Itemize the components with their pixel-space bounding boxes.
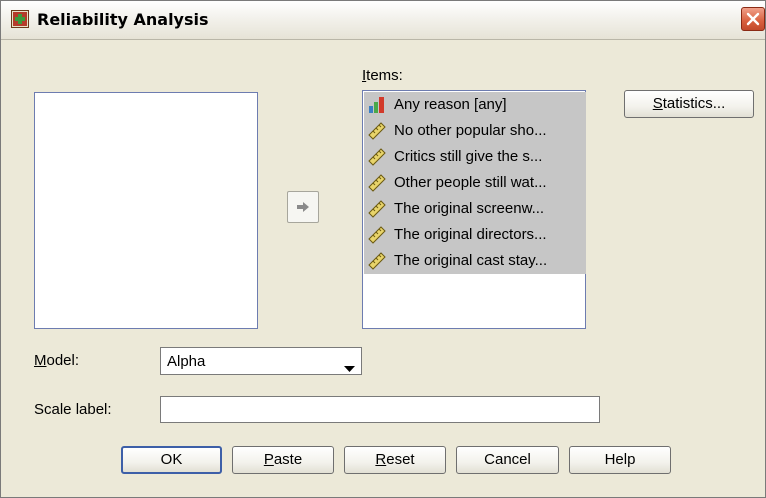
scale-ruler-icon — [368, 200, 386, 218]
scale-ruler-icon — [368, 174, 386, 192]
list-item[interactable]: Other people still wat... — [364, 170, 586, 196]
list-item[interactable]: The original screenw... — [364, 196, 586, 222]
source-variable-list[interactable] — [34, 92, 258, 329]
list-item[interactable]: The original cast stay... — [364, 248, 586, 274]
nominal-bar-icon — [368, 96, 386, 114]
window-title: Reliability Analysis — [37, 10, 209, 29]
close-button[interactable] — [741, 7, 765, 31]
scale-ruler-icon — [368, 226, 386, 244]
dropdown-caret-icon — [344, 359, 355, 376]
scale-label-label: Scale label: — [34, 401, 112, 418]
arrow-right-icon — [297, 202, 309, 212]
statistics-button[interactable]: Statistics... — [624, 90, 754, 118]
list-item[interactable]: Critics still give the s... — [364, 144, 586, 170]
model-selected-value: Alpha — [167, 353, 206, 370]
list-item-label: The original directors... — [394, 226, 547, 243]
list-item[interactable]: Any reason [any] — [364, 92, 586, 118]
reliability-analysis-dialog: Reliability Analysis Items: Any reason [… — [0, 0, 766, 498]
help-button[interactable]: Help — [569, 446, 671, 474]
ok-button[interactable]: OK — [121, 446, 222, 474]
title-bar[interactable]: Reliability Analysis — [1, 1, 765, 40]
model-select[interactable]: Alpha — [160, 347, 362, 375]
scale-ruler-icon — [368, 122, 386, 140]
list-item-label: The original cast stay... — [394, 252, 548, 269]
list-item[interactable]: The original directors... — [364, 222, 586, 248]
items-label: Items: — [362, 67, 403, 84]
reliability-app-icon — [11, 10, 29, 28]
close-icon — [746, 12, 760, 26]
list-item-label: No other popular sho... — [394, 122, 547, 139]
paste-button[interactable]: Paste — [232, 446, 334, 474]
list-item-label: Any reason [any] — [394, 96, 507, 113]
items-list[interactable]: Any reason [any] No other popular sho...… — [362, 90, 586, 329]
list-item-label: Other people still wat... — [394, 174, 547, 191]
scale-ruler-icon — [368, 148, 386, 166]
scale-label-input[interactable] — [160, 396, 600, 423]
model-label: Model: — [34, 352, 80, 369]
move-to-items-button[interactable] — [287, 191, 319, 223]
list-item-label: The original screenw... — [394, 200, 545, 217]
list-item-label: Critics still give the s... — [394, 148, 543, 165]
cancel-button[interactable]: Cancel — [456, 446, 559, 474]
reset-button[interactable]: Reset — [344, 446, 446, 474]
scale-ruler-icon — [368, 252, 386, 270]
list-item[interactable]: No other popular sho... — [364, 118, 586, 144]
